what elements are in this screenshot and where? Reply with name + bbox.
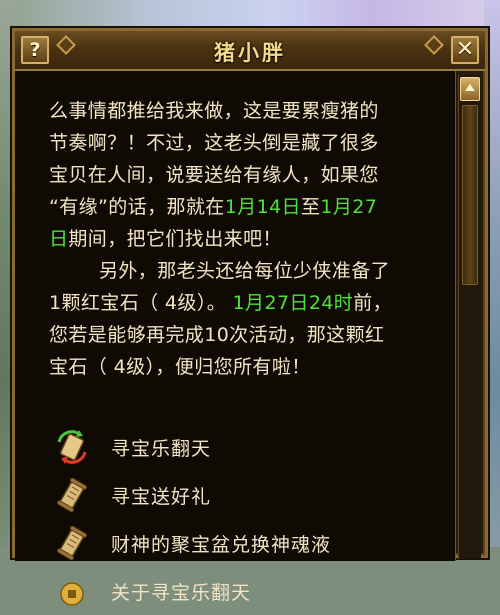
dialog-line: 1颗红宝石（ 4级）。 1月27日24时前， (49, 287, 449, 319)
dialog-text-segment: “有缘”的话，那就在 (49, 196, 225, 218)
highlighted-date-text: 日 (49, 228, 69, 250)
dialog-text-segment: 节奏啊？！不过，这老头倒是藏了很多 (49, 132, 379, 154)
scroll-up-button[interactable] (460, 77, 480, 101)
dialog-text-segment: 至 (300, 196, 321, 218)
option-3[interactable]: 财神的聚宝盆兑换神魂液 (51, 519, 431, 567)
scrollbar[interactable] (458, 75, 481, 559)
dialog-line: 宝石（ 4级），便归您所有啦！ (49, 351, 449, 383)
close-button[interactable]: ✕ (451, 36, 479, 64)
dialog-text-segment: 另外，那老头还给每位少侠准备了 (99, 260, 391, 282)
option-list: 寻宝乐翻天寻宝送好礼财神的聚宝盆兑换神魂液 关于寻宝乐翻天 (51, 423, 431, 615)
option-2[interactable]: 寻宝送好礼 (51, 471, 431, 519)
dialog-text-segment: 宝贝在人间，说要送给有缘人，如果您 (49, 164, 379, 186)
title-bar[interactable]: ? 猪小胖 ✕ (15, 31, 485, 71)
dialog-line: 宝贝在人间，说要送给有缘人，如果您 (49, 159, 449, 191)
scroll-icon (55, 525, 89, 561)
scroll-exchange-icon (55, 430, 89, 464)
dialog-line: 么事情都推给我来做，这是要累瘦猪的 (49, 95, 449, 127)
dialog-line: 另外，那老头还给每位少侠准备了 (49, 255, 449, 287)
option-label[interactable]: 寻宝乐翻天 (111, 434, 211, 461)
npc-dialog-window: ? 猪小胖 ✕ 么事情都推给我来做，这是要累瘦猪的 节奏啊？！不过，这老头倒是藏了… (12, 28, 488, 606)
dialog-line: 节奏啊？！不过，这老头倒是藏了很多 (49, 127, 449, 159)
dialog-line: “有缘”的话，那就在1月14日至1月27 (49, 191, 449, 223)
highlighted-date-text: 1月27日24时 (232, 292, 354, 314)
dialog-text-segment: 宝石（ 4级），便归您所有啦！ (49, 356, 311, 378)
dialog-text-segment: 么事情都推给我来做，这是要累瘦猪的 (49, 100, 379, 122)
dialog-text-segment: 期间，把它们找出来吧！ (68, 228, 282, 250)
npc-name-title: 猪小胖 (214, 41, 286, 65)
dialog-text-segment: 您若是能够再完成10次活动，那这颗红 (49, 324, 385, 346)
highlighted-date-text: 1月14日 (224, 196, 301, 218)
dialog-text-segment: 前， (353, 292, 393, 314)
option-label[interactable]: 关于寻宝乐翻天 (111, 578, 251, 605)
dialog-line: 您若是能够再完成10次活动，那这颗红 (49, 319, 449, 351)
highlighted-date-text: 1月27 (320, 196, 378, 218)
dialog-line: 日期间，把它们找出来吧！ (49, 223, 449, 255)
dialog-text: 么事情都推给我来做，这是要累瘦猪的 节奏啊？！不过，这老头倒是藏了很多 宝贝在人间，… (49, 95, 449, 383)
coin-icon (55, 574, 89, 608)
option-label[interactable]: 财神的聚宝盆兑换神魂液 (111, 530, 331, 557)
option-4[interactable]: 关于寻宝乐翻天 (51, 567, 431, 615)
game-background-top (0, 0, 500, 30)
dialog-content: 么事情都推给我来做，这是要累瘦猪的 节奏啊？！不过，这老头倒是藏了很多 宝贝在人间，… (15, 71, 456, 606)
scroll-icon (55, 477, 89, 513)
option-1[interactable]: 寻宝乐翻天 (51, 423, 431, 471)
dialog-text-segment: 1颗红宝石（ 4级）。 (49, 292, 233, 314)
scroll-thumb[interactable] (462, 105, 478, 285)
option-label[interactable]: 寻宝送好礼 (111, 482, 211, 509)
